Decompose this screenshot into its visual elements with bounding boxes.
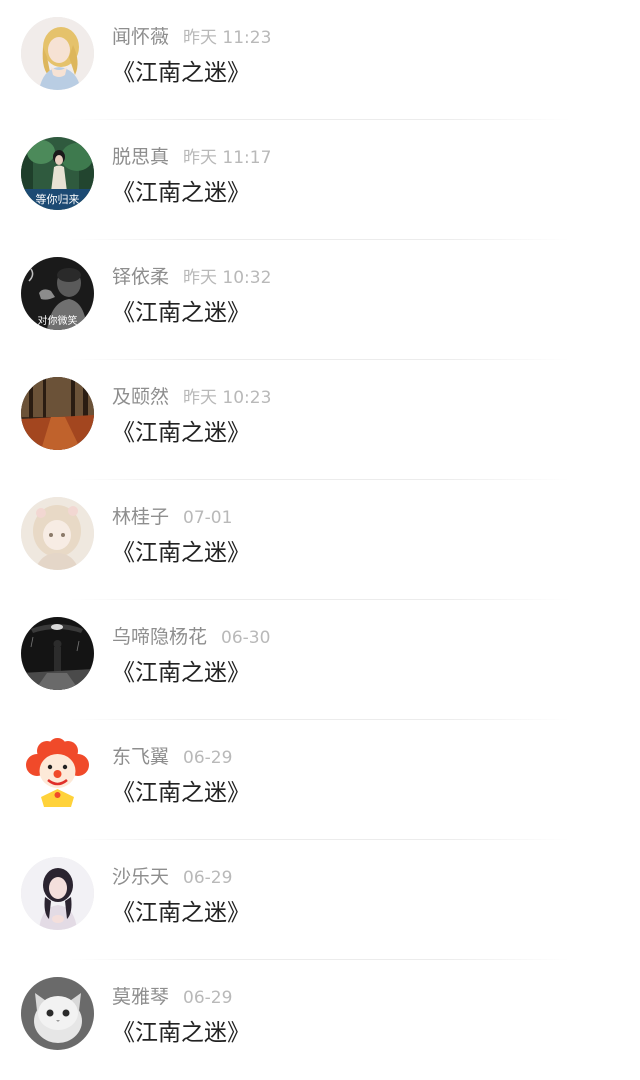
- user-name[interactable]: 莫雅琴: [112, 986, 169, 1008]
- comment-time: 06-30: [221, 628, 271, 648]
- comment-text: 《江南之迷》: [112, 660, 250, 686]
- woman-portrait-avatar-icon[interactable]: [21, 857, 94, 930]
- comment-text: 《江南之迷》: [112, 900, 250, 926]
- comment-text: 《江南之迷》: [112, 300, 250, 326]
- comment-meta: 乌啼隐杨花 06-30: [112, 624, 270, 650]
- comment-item[interactable]: 东飞翼 06-29 《江南之迷》: [0, 720, 640, 840]
- comment-item[interactable]: 等你归来 脱思真 昨天 11:17 《江南之迷》: [0, 120, 640, 240]
- girl-in-forest-avatar-icon[interactable]: 等你归来: [21, 137, 94, 210]
- user-name[interactable]: 及颐然: [112, 386, 169, 408]
- comment-meta: 闻怀薇 昨天 11:23: [112, 24, 271, 50]
- comment-item[interactable]: 闻怀薇 昨天 11:23 《江南之迷》: [0, 0, 640, 120]
- comment-text: 《江南之迷》: [112, 60, 250, 86]
- comment-time: 昨天 11:17: [183, 148, 272, 168]
- white-kitten-avatar-icon[interactable]: [21, 977, 94, 1050]
- user-name[interactable]: 闻怀薇: [112, 26, 169, 48]
- comment-time: 06-29: [183, 748, 233, 768]
- comment-text: 《江南之迷》: [112, 180, 250, 206]
- user-name[interactable]: 铎依柔: [112, 266, 169, 288]
- comment-text: 《江南之迷》: [112, 540, 250, 566]
- avatar-caption: 对你微笑: [38, 314, 78, 327]
- comment-item[interactable]: 对你微笑 铎依柔 昨天 10:32 《江南之迷》: [0, 240, 640, 360]
- comment-item[interactable]: 林桂子 07-01 《江南之迷》: [0, 480, 640, 600]
- comment-meta: 及颐然 昨天 10:23: [112, 384, 271, 410]
- comment-item[interactable]: 沙乐天 06-29 《江南之迷》: [0, 840, 640, 960]
- comment-text: 《江南之迷》: [112, 420, 250, 446]
- comment-time: 06-29: [183, 868, 233, 888]
- comment-time: 昨天 10:32: [183, 268, 272, 288]
- man-smoking-avatar-icon[interactable]: 对你微笑: [21, 257, 94, 330]
- comment-text: 《江南之迷》: [112, 1020, 250, 1046]
- comment-meta: 沙乐天 06-29: [112, 864, 232, 890]
- comment-meta: 脱思真 昨天 11:17: [112, 144, 271, 170]
- comment-time: 昨天 10:23: [183, 388, 272, 408]
- comment-item[interactable]: 乌啼隐杨花 06-30 《江南之迷》: [0, 600, 640, 720]
- comment-time: 06-29: [183, 988, 233, 1008]
- comment-time: 昨天 11:23: [183, 28, 272, 48]
- comment-item[interactable]: 及颐然 昨天 10:23 《江南之迷》: [0, 360, 640, 480]
- user-name[interactable]: 脱思真: [112, 146, 169, 168]
- user-name[interactable]: 林桂子: [112, 506, 169, 528]
- comment-time: 07-01: [183, 508, 233, 528]
- anime-girl-avatar-icon[interactable]: [21, 497, 94, 570]
- girl-illustration-avatar-icon[interactable]: [21, 17, 94, 90]
- comment-meta: 莫雅琴 06-29: [112, 984, 232, 1010]
- comment-list: 闻怀薇 昨天 11:23 《江南之迷》 等你归来 脱思真 昨天 11:17 《江南之…: [0, 0, 640, 1066]
- clown-avatar-icon[interactable]: [21, 737, 94, 810]
- comment-meta: 东飞翼 06-29: [112, 744, 232, 770]
- autumn-road-avatar-icon[interactable]: [21, 377, 94, 450]
- user-name[interactable]: 沙乐天: [112, 866, 169, 888]
- comment-meta: 林桂子 07-01: [112, 504, 232, 530]
- comment-item[interactable]: 莫雅琴 06-29 《江南之迷》: [0, 960, 640, 1080]
- rainy-night-avatar-icon[interactable]: [21, 617, 94, 690]
- user-name[interactable]: 东飞翼: [112, 746, 169, 768]
- comment-meta: 铎依柔 昨天 10:32: [112, 264, 271, 290]
- avatar-caption: 等你归来: [36, 192, 80, 206]
- comment-text: 《江南之迷》: [112, 780, 250, 806]
- user-name[interactable]: 乌啼隐杨花: [112, 626, 207, 648]
